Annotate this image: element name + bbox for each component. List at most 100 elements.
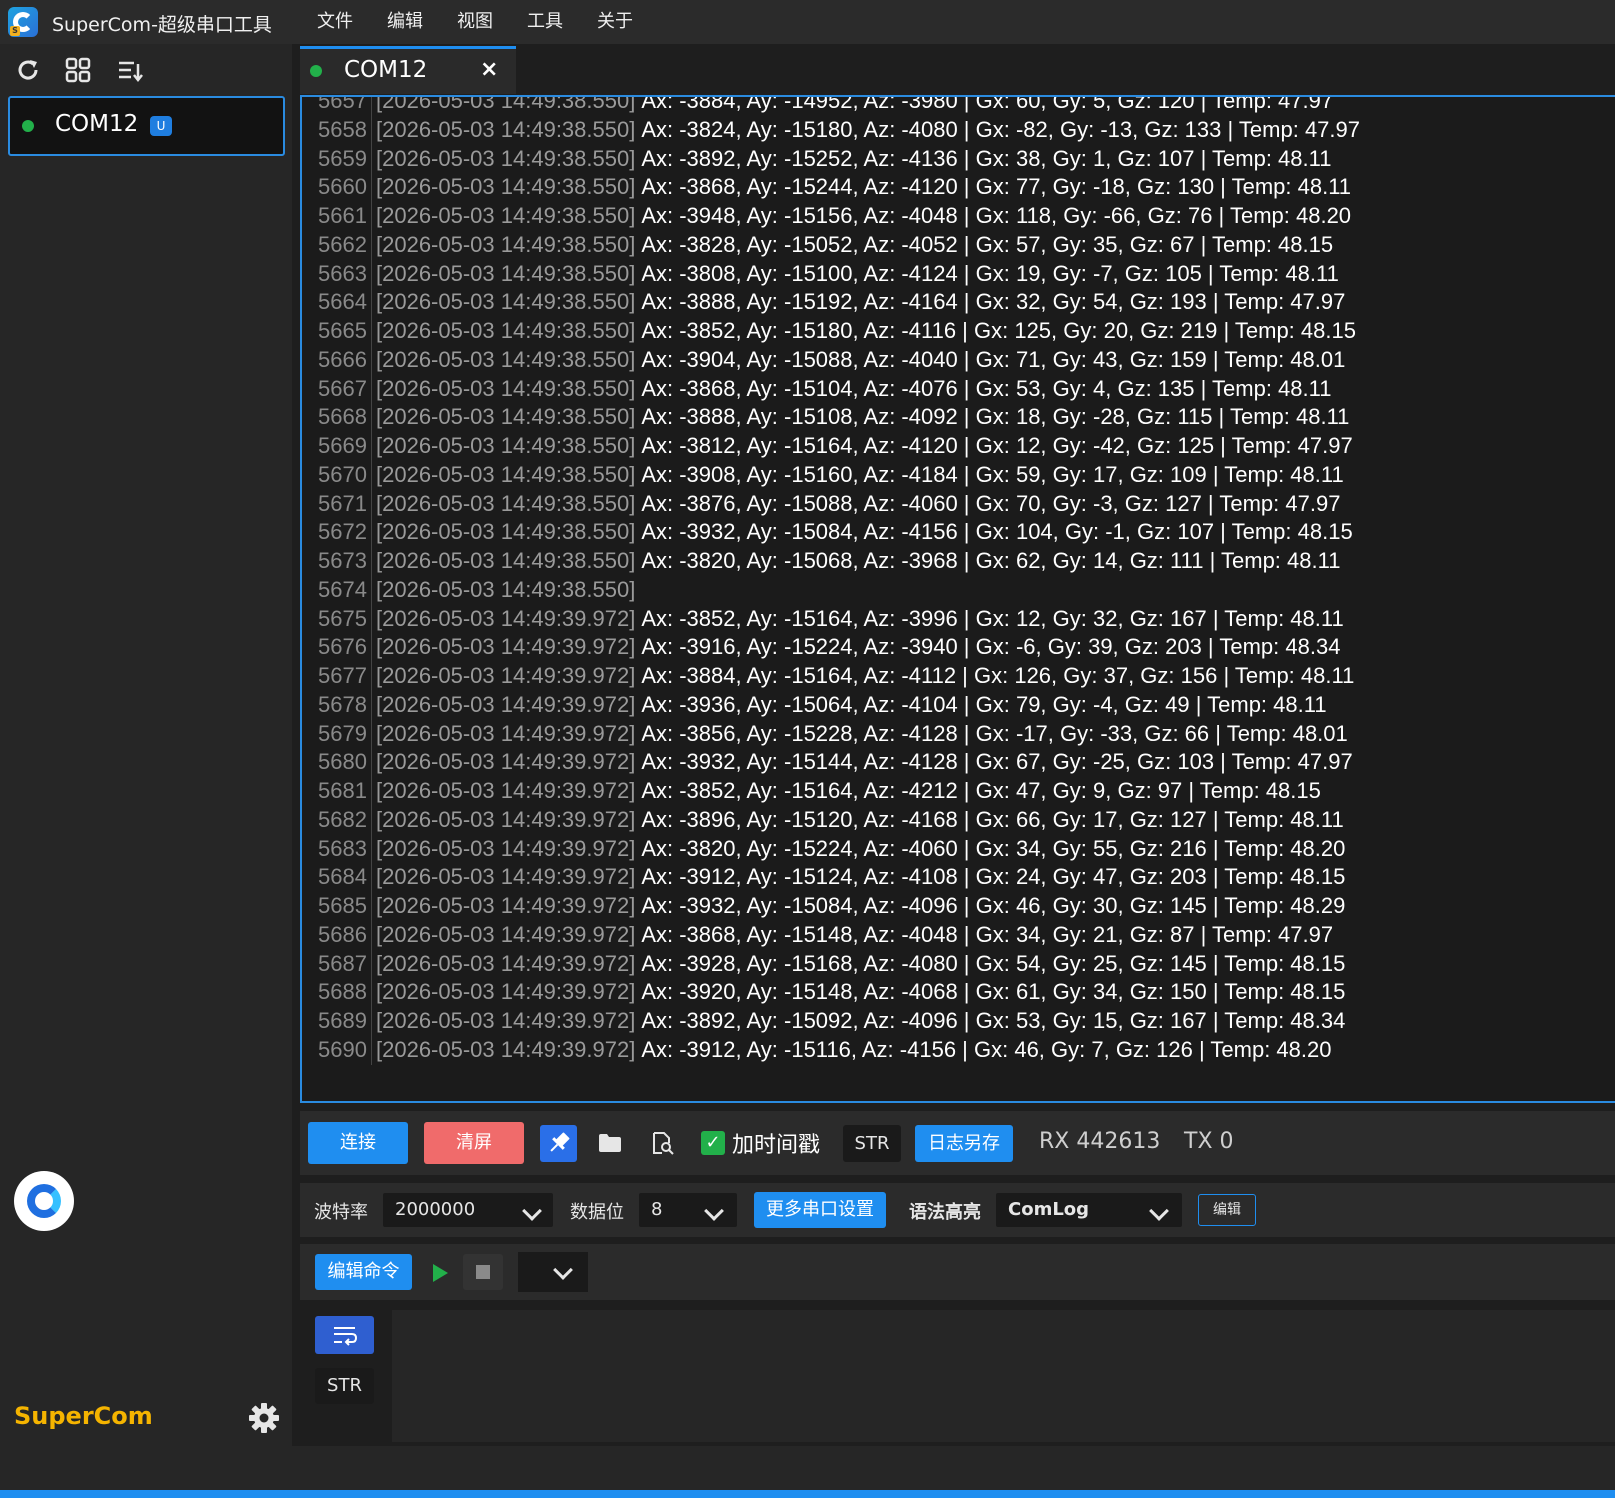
assistant-icon[interactable] — [14, 1171, 74, 1231]
save-log-button[interactable]: 日志另存 — [915, 1125, 1013, 1162]
log-message: Ax: -3820, Ay: -15224, Az: -4060 | Gx: 3… — [641, 835, 1346, 861]
log-timestamp: [2026-05-03 14:49:39.972] — [376, 835, 636, 861]
log-line: 5671 [2026-05-03 14:49:38.550] Ax: -3876, … — [302, 489, 1615, 519]
line-number: 5674 — [302, 575, 372, 605]
app-title: SuperCom-超级串口工具 — [52, 14, 272, 36]
syntax-highlight-label: 语法高亮 — [909, 1202, 981, 1223]
log-message: Ax: -3820, Ay: -15068, Az: -3968 | Gx: 6… — [641, 548, 1341, 573]
wrap-text-icon — [334, 1327, 358, 1346]
log-timestamp: [2026-05-03 14:49:38.550] — [376, 116, 636, 142]
log-timestamp: [2026-05-03 14:49:38.550] — [376, 289, 636, 315]
send-str-toggle-button[interactable]: STR — [315, 1368, 374, 1404]
log-message: Ax: -3912, Ay: -15116, Az: -4156 | Gx: 4… — [641, 1036, 1332, 1062]
close-icon[interactable]: × — [480, 57, 498, 82]
log-timestamp: [2026-05-03 14:49:39.972] — [376, 1036, 636, 1062]
log-output[interactable]: 5657 [2026-05-03 14:49:38.550] Ax: -3884, … — [300, 95, 1615, 1103]
log-message: Ax: -3808, Ay: -15100, Az: -4124 | Gx: 1… — [641, 260, 1339, 286]
log-line: 5682 [2026-05-03 14:49:39.972] Ax: -3896, … — [302, 805, 1615, 835]
stop-button[interactable] — [463, 1254, 503, 1290]
log-timestamp: [2026-05-03 14:49:38.550] — [376, 346, 636, 372]
sidebar-port-com12[interactable]: COM12 U — [8, 96, 285, 156]
rx-counter: RX 442613 — [1039, 1129, 1161, 1154]
stop-icon — [476, 1265, 490, 1279]
line-number: 5664 — [302, 288, 372, 317]
baud-rate-select[interactable]: 2000000 — [383, 1193, 553, 1227]
log-timestamp: [2026-05-03 14:49:38.550] — [376, 433, 636, 458]
log-message: Ax: -3828, Ay: -15052, Az: -4052 | Gx: 5… — [641, 231, 1334, 257]
grid-icon[interactable] — [64, 56, 92, 84]
clear-button[interactable]: 清屏 — [424, 1122, 524, 1164]
command-bar: 编辑命令 — [300, 1244, 1615, 1300]
sort-list-icon[interactable] — [116, 56, 144, 84]
log-timestamp: [2026-05-03 14:49:39.972] — [376, 921, 636, 947]
log-line: 5658 [2026-05-03 14:49:38.550] Ax: -3824, … — [302, 115, 1615, 145]
refresh-icon[interactable] — [14, 56, 42, 84]
menu-edit[interactable]: 编辑 — [370, 0, 440, 44]
chevron-down-icon — [704, 1201, 724, 1221]
syntax-highlight-select[interactable]: ComLog — [996, 1193, 1182, 1227]
log-timestamp: [2026-05-03 14:49:39.972] — [376, 778, 636, 803]
log-line: 5680 [2026-05-03 14:49:39.972] Ax: -3932, … — [302, 748, 1615, 777]
log-timestamp: [2026-05-03 14:49:38.550] — [376, 318, 636, 343]
log-line: 5681 [2026-05-03 14:49:39.972] Ax: -3852, … — [302, 777, 1615, 806]
menu-view[interactable]: 视图 — [440, 0, 510, 44]
log-message: Ax: -3884, Ay: -15164, Az: -4112 | Gx: 1… — [641, 663, 1355, 688]
line-number: 5661 — [302, 202, 372, 231]
log-line: 5668 [2026-05-03 14:49:38.550] Ax: -3888, … — [302, 403, 1615, 432]
title-bar: S SuperCom-超级串口工具 文件 编辑 视图 工具 关于 — [0, 0, 1615, 44]
log-timestamp: [2026-05-03 14:49:39.972] — [376, 806, 636, 832]
pin-button[interactable] — [540, 1125, 577, 1162]
log-timestamp: [2026-05-03 14:49:38.550] — [376, 404, 636, 430]
log-line: 5688 [2026-05-03 14:49:39.972] Ax: -3920, … — [302, 978, 1615, 1007]
tab-com12[interactable]: COM12 × — [300, 46, 516, 94]
log-message: Ax: -3868, Ay: -15104, Az: -4076 | Gx: 5… — [641, 375, 1332, 401]
log-message: Ax: -3888, Ay: -15108, Az: -4092 | Gx: 1… — [641, 404, 1350, 430]
more-serial-settings-button[interactable]: 更多串口设置 — [754, 1192, 886, 1228]
brand-label: SuperCom — [14, 1402, 153, 1430]
log-line: 5684 [2026-05-03 14:49:39.972] Ax: -3912, … — [302, 863, 1615, 892]
log-message: Ax: -3868, Ay: -15148, Az: -4048 | Gx: 3… — [641, 921, 1334, 947]
status-accent-line — [0, 1490, 1615, 1498]
gear-icon[interactable] — [248, 1402, 280, 1434]
connect-button[interactable]: 连接 — [308, 1122, 408, 1164]
log-message: Ax: -3912, Ay: -15124, Az: -4108 | Gx: 2… — [641, 864, 1346, 890]
baud-rate-value: 2000000 — [395, 1199, 476, 1220]
edit-commands-button[interactable]: 编辑命令 — [315, 1254, 412, 1290]
log-line: 5663 [2026-05-03 14:49:38.550] Ax: -3808, … — [302, 259, 1615, 289]
line-number: 5689 — [302, 1007, 372, 1036]
data-bits-select[interactable]: 8 — [639, 1193, 737, 1227]
syntax-highlight-value: ComLog — [1008, 1199, 1090, 1220]
menu-file[interactable]: 文件 — [300, 0, 370, 44]
menu-tools[interactable]: 工具 — [510, 0, 580, 44]
log-message: Ax: -3852, Ay: -15180, Az: -4116 | Gx: 1… — [641, 318, 1356, 343]
str-toggle-button[interactable]: STR — [843, 1125, 901, 1162]
edit-syntax-button[interactable]: 编辑 — [1198, 1194, 1256, 1226]
play-icon[interactable] — [433, 1264, 448, 1282]
log-timestamp: [2026-05-03 14:49:39.972] — [376, 749, 636, 775]
word-wrap-button[interactable] — [315, 1316, 374, 1354]
log-message: Ax: -3868, Ay: -15244, Az: -4120 | Gx: 7… — [641, 174, 1352, 200]
log-timestamp: [2026-05-03 14:49:39.972] — [376, 663, 636, 688]
control-toolbar: 连接 清屏 ✓ 加时间戳 STR 日志另存 RX 442613 TX 0 — [300, 1111, 1615, 1175]
data-bits-value: 8 — [651, 1199, 663, 1220]
line-number: 5684 — [302, 863, 372, 892]
line-number: 5659 — [302, 144, 372, 174]
line-number: 5677 — [302, 662, 372, 691]
log-timestamp: [2026-05-03 14:49:38.550] — [376, 461, 636, 487]
log-line: 5669 [2026-05-03 14:49:38.550] Ax: -3812, … — [302, 432, 1615, 461]
line-number: 5675 — [302, 604, 372, 634]
log-message: Ax: -3932, Ay: -15084, Az: -4156 | Gx: 1… — [641, 519, 1353, 545]
file-preview-icon[interactable] — [650, 1131, 674, 1155]
timestamp-checkbox[interactable]: ✓ — [701, 1131, 725, 1155]
log-line: 5660 [2026-05-03 14:49:38.550] Ax: -3868, … — [302, 173, 1615, 202]
sidebar-toolbar — [0, 44, 292, 96]
folder-icon[interactable] — [598, 1133, 622, 1153]
log-timestamp: [2026-05-03 14:49:38.550] — [376, 548, 636, 573]
send-input[interactable] — [392, 1310, 1615, 1442]
log-line: 5676 [2026-05-03 14:49:39.972] Ax: -3916, … — [302, 633, 1615, 662]
baud-rate-label: 波特率 — [314, 1202, 368, 1223]
log-timestamp: [2026-05-03 14:49:38.550] — [376, 203, 636, 228]
menu-about[interactable]: 关于 — [580, 0, 650, 44]
command-select[interactable] — [518, 1252, 588, 1292]
connected-status-icon — [310, 65, 322, 77]
